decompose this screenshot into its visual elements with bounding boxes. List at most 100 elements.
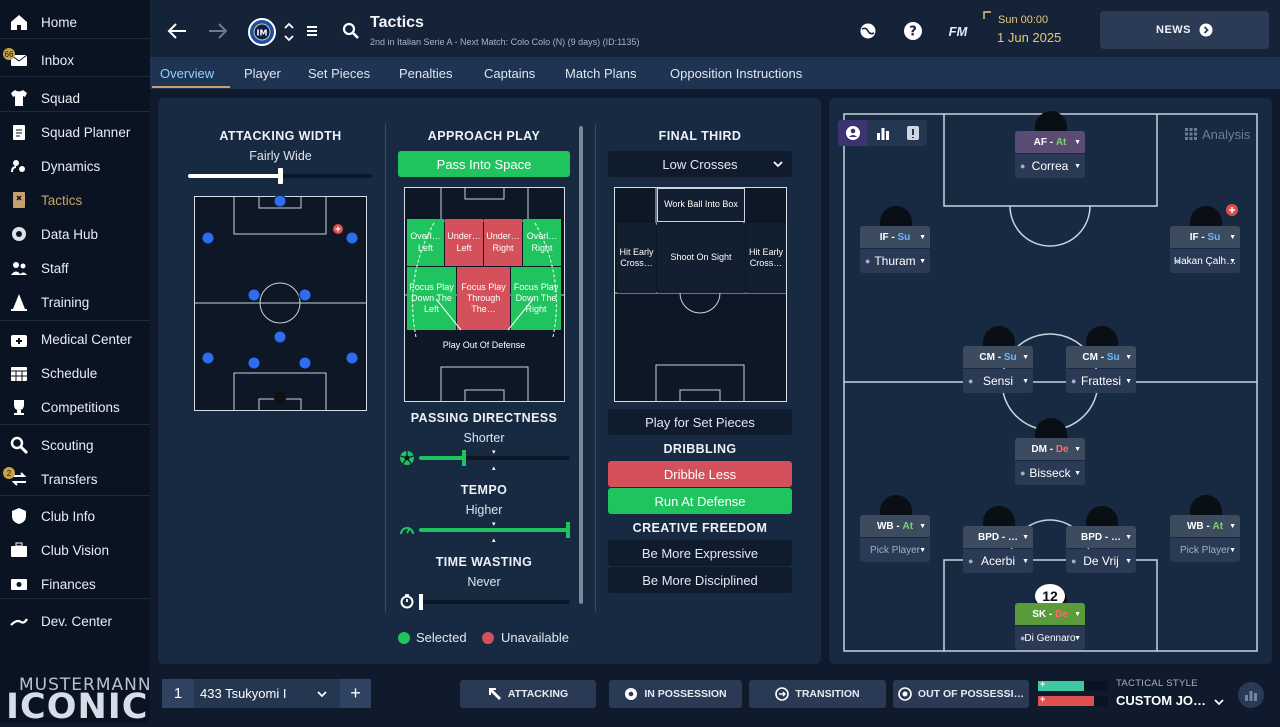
tab-overview[interactable]: Overview (160, 66, 214, 81)
role-duty-selector[interactable]: CM - Su ▼ (963, 346, 1033, 368)
final-third-dropdown[interactable]: Low Crosses (608, 151, 792, 177)
sidebar-item-squad[interactable]: Squad (0, 83, 150, 113)
menu-button[interactable] (304, 22, 320, 40)
tactical-style-dropdown[interactable]: CUSTOM JO… (1116, 692, 1228, 710)
passing-directness-handle[interactable] (462, 450, 466, 466)
role-duty-selector[interactable]: BPD - … ▼ (963, 526, 1033, 548)
sidebar-item-home[interactable]: Home (0, 7, 150, 37)
play-out-of-defense-option[interactable]: Play Out Of Defense (407, 331, 561, 361)
role-duty-selector[interactable]: CM - Su ▼ (1066, 346, 1136, 368)
sidebar-item-schedule[interactable]: Schedule (0, 358, 150, 388)
player-selector[interactable]: ● De Vrij ▼ (1066, 549, 1136, 573)
panel-scrollbar[interactable] (579, 126, 583, 604)
role-duty-selector[interactable]: WB - At ▼ (1170, 515, 1240, 537)
sidebar-item-club-vision[interactable]: Club Vision (0, 535, 150, 565)
player-selector[interactable]: ● Di Gennaro ▼ (1015, 626, 1085, 650)
sidebar-item-staff[interactable]: Staff (0, 253, 150, 283)
position-slot[interactable]: CM - Su ▼ ● Frattesi ▼ (1066, 346, 1136, 393)
attacking-width-handle[interactable] (278, 168, 283, 184)
add-instruction-icon[interactable] (1226, 204, 1238, 216)
role-duty-selector[interactable]: WB - At ▼ (860, 515, 930, 537)
analysis-button[interactable]: Analysis (1185, 125, 1265, 143)
back-button[interactable] (165, 20, 189, 42)
role-duty-selector[interactable]: SK - De ▼ (1015, 603, 1085, 625)
role-duty-selector[interactable]: BPD - … ▼ (1066, 526, 1136, 548)
player-selector[interactable]: ● Hakan Çalh… ▼ (1170, 249, 1240, 273)
search-button[interactable] (340, 20, 362, 42)
player-selector[interactable]: ● Bisseck ▼ (1015, 461, 1085, 485)
tactic-name-dropdown[interactable]: 433 Tsukyomi I (200, 679, 335, 708)
sidebar-item-competitions[interactable]: Competitions (0, 392, 150, 422)
sidebar-item-transfers[interactable]: Transfers 2 (0, 464, 150, 494)
hit-early-cross-right-option[interactable]: Hit Early Cross… (746, 223, 786, 293)
focus-right-option[interactable]: Focus Play Down The Right (511, 267, 561, 330)
transition-phase-button[interactable]: TRANSITION (749, 680, 886, 708)
sidebar-item-dynamics[interactable]: Dynamics (0, 151, 150, 181)
sidebar-item-squad-planner[interactable]: Squad Planner (0, 117, 150, 147)
tab-player[interactable]: Player (244, 66, 281, 81)
sidebar-item-finances[interactable]: Finances (0, 569, 150, 599)
position-slot[interactable]: CM - Su ▼ ● Sensi ▼ (963, 346, 1033, 393)
overlap-right-option[interactable]: Overl… Right (523, 219, 561, 266)
player-selector[interactable]: Pick Player ▼ (1170, 538, 1240, 562)
tab-penalties[interactable]: Penalties (399, 66, 452, 81)
sidebar-item-training[interactable]: Training (0, 287, 150, 317)
sidebar-item-scouting[interactable]: Scouting (0, 430, 150, 460)
club-badge[interactable]: IM (247, 17, 277, 47)
sidebar-item-dev-center[interactable]: Dev. Center (0, 606, 150, 636)
position-slot[interactable]: IF - Su ▼ ● Hakan Çalh… ▼ (1170, 226, 1240, 273)
position-slot[interactable]: DM - De ▼ ● Bisseck ▼ (1015, 438, 1085, 485)
stats-view-button[interactable] (868, 120, 897, 146)
tab-set-pieces[interactable]: Set Pieces (308, 66, 370, 81)
be-more-expressive-button[interactable]: Be More Expressive (608, 540, 792, 566)
out-of-possession-phase-button[interactable]: OUT OF POSSESSI… (893, 680, 1029, 708)
tactic-analysis-button[interactable] (1238, 682, 1264, 708)
dribble-less-button[interactable]: Dribble Less (608, 461, 792, 487)
tab-match-plans[interactable]: Match Plans (565, 66, 637, 81)
position-slot[interactable]: AF - At ▼ ● Correa ▼ (1015, 131, 1085, 178)
attacking-width-slider[interactable] (188, 168, 372, 184)
condition-view-button[interactable] (898, 120, 927, 146)
attacking-phase-button[interactable]: ATTACKING (460, 680, 596, 708)
add-tactic-button[interactable]: + (340, 679, 371, 708)
player-selector[interactable]: ● Thuram ▼ (860, 249, 930, 273)
forward-button[interactable] (206, 20, 230, 42)
overlap-left-option[interactable]: Overl… Left (407, 219, 444, 266)
sidebar-item-tactics[interactable]: Tactics (0, 185, 150, 215)
tab-opposition-instructions[interactable]: Opposition Instructions (670, 66, 802, 81)
news-button[interactable]: NEWS (1100, 11, 1269, 49)
current-date[interactable]: 1 Jun 2025 (997, 30, 1061, 45)
player-selector[interactable]: ● Correa ▼ (1015, 154, 1085, 178)
time-wasting-handle[interactable] (419, 594, 423, 610)
help-button[interactable]: ? (902, 20, 924, 42)
be-more-disciplined-button[interactable]: Be More Disciplined (608, 567, 792, 593)
sidebar-item-inbox[interactable]: Inbox 66 (0, 45, 150, 75)
hit-early-cross-left-option[interactable]: Hit Early Cross… (617, 223, 656, 293)
time-wasting-slider[interactable] (419, 594, 570, 610)
sidebar-item-medical-center[interactable]: Medical Center (0, 324, 150, 354)
position-slot[interactable]: IF - Su ▼ ● Thuram ▼ (860, 226, 930, 273)
position-slot[interactable]: BPD - … ▼ ● Acerbi ▼ (963, 526, 1033, 573)
sidebar-item-data-hub[interactable]: Data Hub (0, 219, 150, 249)
role-duty-selector[interactable]: AF - At ▼ (1015, 131, 1085, 153)
underlap-right-option[interactable]: Under… Right (484, 219, 522, 266)
shoot-on-sight-option[interactable]: Shoot On Sight (657, 223, 745, 293)
approach-play-selected-button[interactable]: Pass Into Space (398, 151, 570, 177)
focus-through-option[interactable]: Focus Play Through The… (457, 267, 510, 330)
tempo-slider[interactable]: ▾ ▴ (419, 521, 570, 544)
focus-left-option[interactable]: Focus Play Down The Left (407, 267, 456, 330)
underlap-left-option[interactable]: Under… Left (445, 219, 483, 266)
position-slot[interactable]: WB - At ▼ Pick Player ▼ (1170, 515, 1240, 562)
fm-menu-button[interactable]: FM (943, 22, 973, 40)
run-at-defense-button[interactable]: Run At Defense (608, 488, 792, 514)
player-selector[interactable]: ● Sensi ▼ (963, 369, 1033, 393)
in-possession-phase-button[interactable]: IN POSSESSION (609, 680, 742, 708)
position-slot[interactable]: BPD - … ▼ ● De Vrij ▼ (1066, 526, 1136, 573)
position-slot[interactable]: WB - At ▼ Pick Player ▼ (860, 515, 930, 562)
passing-directness-slider[interactable]: ▾ ▴ (419, 449, 570, 472)
sidebar-item-club-info[interactable]: Club Info (0, 501, 150, 531)
tab-captains[interactable]: Captains (484, 66, 535, 81)
club-switch-arrows[interactable] (282, 18, 296, 46)
tactic-slot-number[interactable]: 1 (162, 679, 194, 708)
player-selector[interactable]: Pick Player ▼ (860, 538, 930, 562)
